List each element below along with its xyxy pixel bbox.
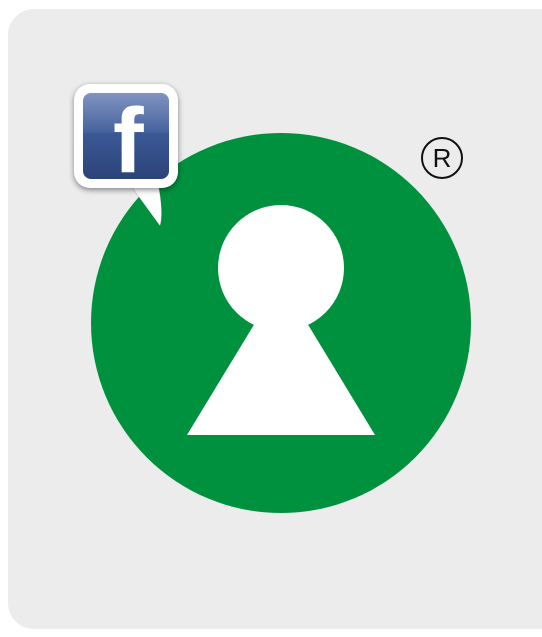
facebook-badge[interactable]: f bbox=[74, 84, 178, 188]
facebook-letter: f bbox=[113, 93, 144, 179]
facebook-icon: f bbox=[83, 93, 169, 179]
registered-trademark-icon: R bbox=[421, 137, 463, 179]
page: f R bbox=[0, 0, 542, 637]
registered-letter: R bbox=[432, 143, 452, 173]
